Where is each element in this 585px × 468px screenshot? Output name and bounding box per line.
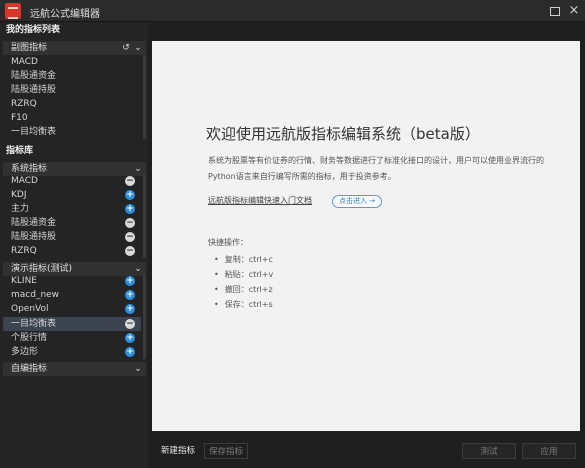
chevron-down-icon[interactable]: ⌄ (133, 362, 143, 376)
minus-circle-icon[interactable]: − (125, 218, 135, 228)
my-list-header: 我的指标列表 (6, 25, 61, 35)
group-header-custom[interactable]: 自编指标 ⌄ (3, 362, 146, 376)
list-item-selected[interactable]: 一目均衡表 − (3, 317, 141, 331)
shortcuts-title: 快捷操作： (208, 238, 248, 247)
list-item[interactable]: OpenVol + (3, 302, 141, 316)
plus-circle-icon[interactable]: + (125, 304, 135, 314)
list-item[interactable]: KLINE + (3, 274, 141, 288)
list-item[interactable]: 陆股通持股 − (3, 230, 141, 244)
minus-circle-icon[interactable]: − (125, 176, 135, 186)
maximize-icon[interactable] (546, 3, 562, 19)
list-item[interactable]: KDJ + (3, 188, 141, 202)
demo-list-scrollbar[interactable] (143, 274, 146, 359)
test-button[interactable]: 测试 (462, 443, 516, 459)
enter-button[interactable]: 点击进入 → (332, 195, 383, 208)
plus-circle-icon[interactable]: + (125, 276, 135, 286)
plus-circle-icon[interactable]: + (125, 347, 135, 357)
close-icon[interactable]: × (566, 3, 582, 19)
system-list-scrollbar[interactable] (143, 174, 146, 258)
group-label: 演示指标(测试) (11, 264, 73, 274)
plus-circle-icon[interactable]: + (125, 290, 135, 300)
footer-bar: 新建指标 保存指标 测试 应用 (152, 438, 580, 468)
group-label: 副图指标 (11, 43, 48, 53)
shortcut-item: 保存：ctrl+s (214, 299, 273, 310)
chevron-down-icon[interactable]: ⌄ (133, 41, 143, 55)
list-item[interactable]: F10 (3, 111, 141, 125)
group-header-subchart[interactable]: 副图指标 ↺ ⌄ (3, 41, 146, 55)
shortcut-item: 撤回：ctrl+z (214, 284, 273, 295)
list-item[interactable]: 陆股通资金 (3, 69, 141, 83)
list-item[interactable]: 个股行情 + (3, 331, 141, 345)
new-indicator-button[interactable]: 新建指标 (156, 443, 200, 459)
list-item[interactable]: MACD (3, 55, 141, 69)
plus-circle-icon[interactable]: + (125, 333, 135, 343)
list-item[interactable]: RZRQ − (3, 244, 141, 258)
plus-circle-icon[interactable]: + (125, 204, 135, 214)
list-item[interactable]: RZRQ (3, 97, 141, 111)
library-header: 指标库 (6, 146, 34, 156)
app-logo-icon (5, 3, 21, 19)
title-bar: 远航公式编辑器 × (0, 0, 585, 22)
page-title: 欢迎使用远航版指标编辑系统（beta版） (206, 125, 480, 143)
plus-circle-icon[interactable]: + (125, 190, 135, 200)
window-title: 远航公式编辑器 (30, 9, 100, 20)
description-text: 系统为股票等有价证券的行情、财务等数据进行了标准化接口的设计，用户可以使用业界流… (208, 156, 544, 181)
minus-circle-icon[interactable]: − (125, 246, 135, 256)
group-label: 自编指标 (11, 364, 48, 374)
list-item[interactable]: 主力 + (3, 202, 141, 216)
quickstart-doc-link[interactable]: 远航版指标编辑快速入门文档 (208, 195, 312, 206)
my-list-scrollbar[interactable] (143, 55, 146, 139)
shortcut-item: 复制：ctrl+c (214, 254, 273, 265)
apply-button[interactable]: 应用 (522, 443, 576, 459)
save-indicator-button[interactable]: 保存指标 (204, 443, 248, 459)
welcome-panel: 欢迎使用远航版指标编辑系统（beta版） 系统为股票等有价证券的行情、财务等数据… (152, 41, 580, 431)
sidebar: 我的指标列表 副图指标 ↺ ⌄ MACD 陆股通资金 陆股通持股 RZRQ F1… (0, 22, 148, 468)
list-item[interactable]: 陆股通资金 − (3, 216, 141, 230)
list-item[interactable]: 陆股通持股 (3, 83, 141, 97)
group-label: 系统指标 (11, 164, 48, 174)
minus-circle-icon[interactable]: − (125, 232, 135, 242)
list-item[interactable]: 一目均衡表 (3, 125, 141, 139)
list-item[interactable]: 多边形 + (3, 345, 141, 359)
list-item[interactable]: MACD − (3, 174, 141, 188)
minus-circle-icon[interactable]: − (125, 319, 135, 329)
shortcut-item: 粘贴：ctrl+v (214, 269, 273, 280)
list-item[interactable]: macd_new + (3, 288, 141, 302)
refresh-icon[interactable]: ↺ (121, 41, 131, 55)
